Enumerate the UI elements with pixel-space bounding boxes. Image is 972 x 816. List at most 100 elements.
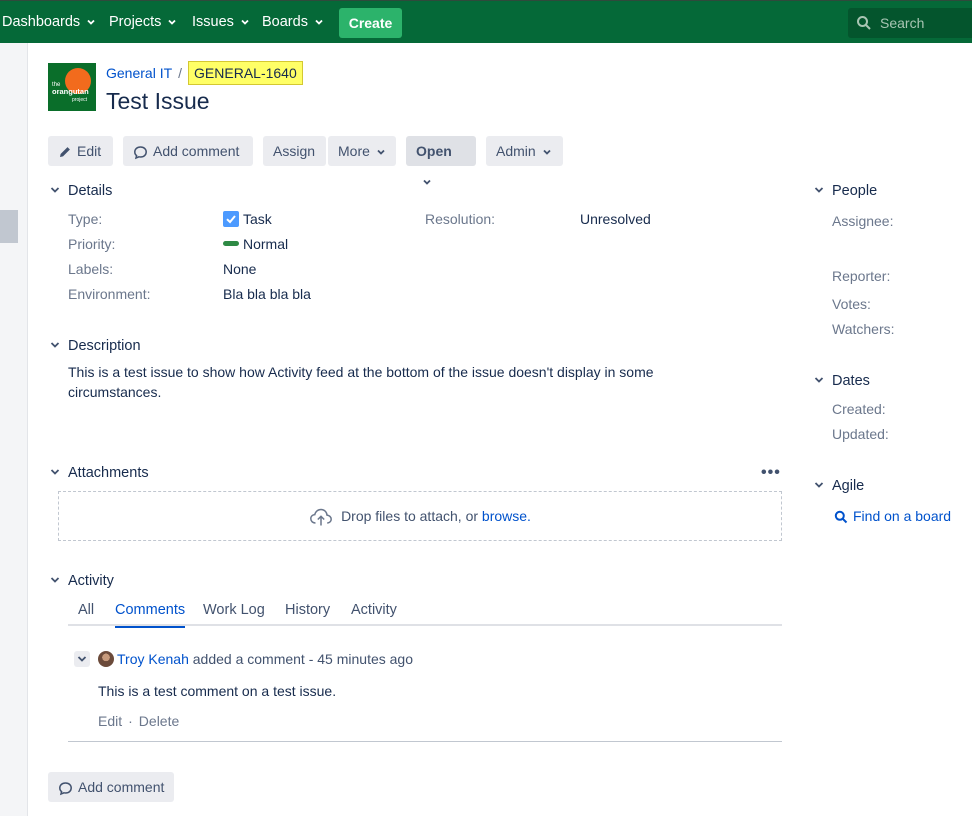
breadcrumb-project-link[interactable]: General IT (106, 65, 172, 81)
chevron-down-icon (543, 150, 551, 156)
logo-text-orangutan: orangutan (52, 87, 89, 96)
nav-dashboards[interactable]: Dashboards (2, 1, 96, 44)
priority-label: Priority: (68, 236, 116, 252)
comment-collapse-toggle[interactable] (74, 651, 90, 667)
agile-heading: Agile (832, 478, 865, 494)
edit-button[interactable]: Edit (48, 136, 113, 166)
create-button[interactable]: Create (339, 8, 402, 38)
browse-link[interactable]: browse. (482, 508, 531, 524)
assign-button[interactable]: Assign (263, 136, 326, 166)
attachment-dropzone[interactable]: Drop files to attach, or browse. (58, 491, 782, 541)
chevron-down-icon (50, 577, 60, 583)
tab-all[interactable]: All (78, 602, 94, 626)
search-placeholder: Search (880, 15, 925, 31)
assignee-label: Assignee: (832, 213, 894, 229)
chevron-down-icon (50, 469, 60, 475)
avatar[interactable] (98, 651, 114, 667)
comment-delete-link[interactable]: Delete (139, 713, 179, 729)
tab-history[interactable]: History (285, 602, 330, 626)
people-heading: People (832, 183, 878, 199)
more-button[interactable]: More (328, 136, 396, 166)
find-on-board-label: Find on a board (853, 508, 952, 524)
task-icon (223, 211, 239, 227)
pencil-icon (60, 147, 70, 158)
chevron-down-icon (315, 20, 323, 25)
comment-icon (134, 146, 147, 160)
details-section-toggle[interactable]: Details (48, 182, 112, 200)
issue-key-link[interactable]: GENERAL-1640 (188, 61, 303, 85)
nav-projects[interactable]: Projects (109, 1, 177, 44)
chevron-down-icon (77, 656, 87, 662)
cloud-upload-icon (310, 509, 333, 526)
attachments-heading: Attachments (68, 465, 149, 481)
comment-actions: Edit · Delete (98, 713, 179, 729)
status-open-label: Open (416, 143, 452, 159)
left-sidebar (0, 43, 28, 816)
admin-button[interactable]: Admin (486, 136, 563, 166)
attachments-more-icon[interactable]: ••• (761, 464, 781, 482)
dropzone-text: Drop files to attach, or (341, 508, 482, 524)
attachments-section-toggle[interactable]: Attachments (48, 464, 149, 482)
people-section-toggle[interactable]: People (812, 182, 877, 200)
chevron-down-icon (87, 20, 95, 25)
activity-section-toggle[interactable]: Activity (48, 572, 114, 590)
chevron-down-icon (423, 180, 431, 186)
type-value: Task (223, 211, 272, 227)
status-open-button[interactable]: Open (406, 136, 476, 186)
comment-header: Troy Kenah added a comment - 45 minutes … (117, 651, 413, 667)
description-section-toggle[interactable]: Description (48, 337, 141, 355)
add-comment-button-label: Add comment (153, 143, 240, 159)
labels-value: None (223, 261, 257, 277)
nav-boards[interactable]: Boards (262, 1, 324, 44)
comment-author-link[interactable]: Troy Kenah (117, 651, 189, 667)
edit-button-label: Edit (77, 143, 102, 159)
updated-label: Updated: (832, 426, 889, 442)
project-logo[interactable]: the orangutan project (48, 63, 96, 111)
comment-actions-separator: · (128, 713, 133, 729)
description-text[interactable]: This is a test issue to show how Activit… (68, 362, 668, 402)
comment-edit-link[interactable]: Edit (98, 713, 122, 729)
priority-value-text: Normal (243, 236, 289, 252)
logo-text-project: project (72, 97, 88, 103)
reporter-label: Reporter: (832, 268, 891, 284)
dates-heading: Dates (832, 373, 870, 389)
chevron-down-icon (814, 482, 824, 488)
priority-value: Normal (223, 236, 288, 252)
add-comment-bottom-label: Add comment (78, 779, 165, 795)
sidebar-expand-handle[interactable] (0, 210, 18, 243)
breadcrumb: General IT / GENERAL-1640 (106, 60, 303, 86)
nav-issues[interactable]: Issues (192, 1, 250, 44)
chevron-down-icon (377, 150, 385, 156)
comment-body: This is a test comment on a test issue. (98, 683, 337, 699)
comment-divider (68, 741, 782, 742)
labels-label: Labels: (68, 261, 114, 277)
description-heading: Description (68, 338, 141, 354)
dates-section-toggle[interactable]: Dates (812, 372, 870, 390)
nav-issues-label: Issues (192, 14, 234, 30)
search-icon (834, 511, 848, 524)
add-comment-button[interactable]: Add comment (123, 136, 253, 166)
add-comment-bottom-button[interactable]: Add comment (48, 772, 175, 802)
tab-comments[interactable]: Comments (115, 602, 186, 628)
chevron-down-icon (168, 20, 177, 25)
tab-activity[interactable]: Activity (351, 602, 397, 626)
chevron-down-icon (814, 187, 824, 193)
agile-section-toggle[interactable]: Agile (812, 477, 864, 495)
chevron-down-icon (814, 377, 824, 383)
type-label: Type: (68, 211, 103, 227)
chevron-down-icon (50, 187, 60, 193)
votes-label: Votes: (832, 296, 871, 312)
search-input[interactable]: Search (848, 8, 972, 38)
breadcrumb-separator: / (178, 65, 183, 81)
details-heading: Details (68, 183, 113, 199)
tab-work-log[interactable]: Work Log (203, 602, 265, 626)
more-button-label: More (338, 143, 370, 159)
page-title: Test Issue (106, 88, 210, 114)
environment-label: Environment: (68, 286, 151, 302)
search-icon (857, 16, 871, 30)
comment-icon (59, 782, 72, 796)
nav-boards-label: Boards (262, 14, 308, 30)
chevron-down-icon (50, 342, 60, 348)
resolution-value: Unresolved (580, 211, 651, 227)
find-on-board-link[interactable]: Find on a board (834, 508, 951, 524)
